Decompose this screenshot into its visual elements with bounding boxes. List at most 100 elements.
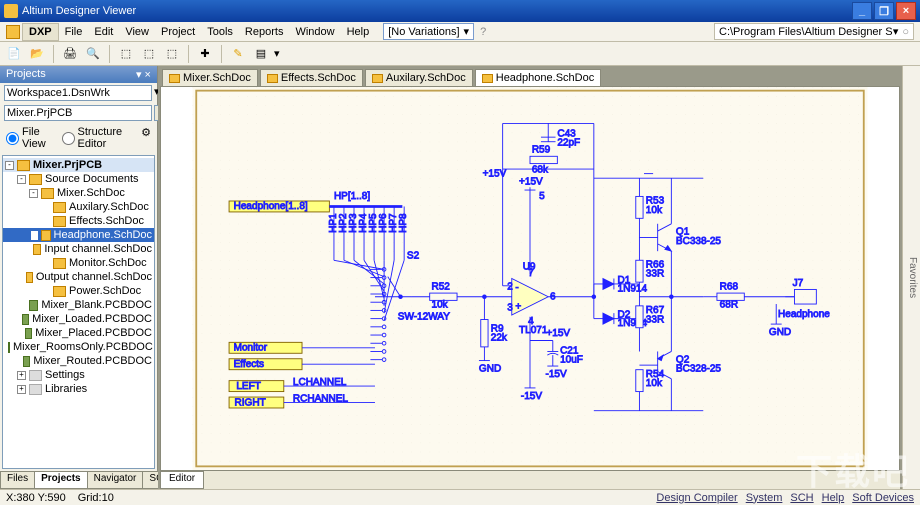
crossprobe-button[interactable]: ✚ [195, 44, 215, 64]
structure-editor-radio[interactable]: Structure Editor [62, 126, 132, 150]
file-view-radio[interactable]: File View [6, 126, 52, 150]
zoom-select-button[interactable]: ⬚ [162, 44, 182, 64]
tree-node[interactable]: Effects.SchDoc [3, 214, 154, 228]
panel-tab-projects[interactable]: Projects [34, 472, 87, 489]
tree-node[interactable]: Input channel.SchDoc [3, 242, 154, 256]
tree-node[interactable]: Mixer_Routed.PCBDOC [3, 354, 154, 368]
document-tabs: Mixer.SchDocEffects.SchDocAuxilary.SchDo… [158, 66, 902, 86]
print-button[interactable]: 🖨 [60, 44, 80, 64]
status-item[interactable]: Design Compiler [656, 492, 737, 504]
doc-tab[interactable]: Effects.SchDoc [260, 69, 363, 86]
editor-tab[interactable]: Editor [160, 471, 204, 489]
doc-tab[interactable]: Auxilary.SchDoc [365, 69, 473, 86]
projects-header-label: Projects [6, 68, 46, 81]
tree-node[interactable]: Monitor.SchDoc [3, 256, 154, 270]
menu-help[interactable]: Help [341, 24, 376, 40]
svg-text:1N914: 1N914 [618, 283, 648, 294]
svg-text:GND: GND [769, 327, 791, 338]
new-button[interactable]: 📄 [4, 44, 24, 64]
tree-node[interactable]: Auxilary.SchDoc [3, 200, 154, 214]
svg-text:TL071: TL071 [519, 325, 548, 336]
svg-text:-: - [515, 282, 518, 293]
panel-tab-files[interactable]: Files [0, 472, 35, 489]
open-button[interactable]: 📂 [27, 44, 47, 64]
svg-text:+15V: +15V [546, 328, 570, 339]
panel-menu-icon[interactable]: ▾ × [136, 68, 151, 81]
app-menu-icon[interactable] [6, 25, 20, 39]
panel-bottom-tabs: FilesProjectsNavigatorSCH FilterSH [0, 471, 157, 489]
svg-text:68k: 68k [532, 165, 549, 176]
tree-node[interactable]: Mixer_Loaded.PCBDOC [3, 312, 154, 326]
menu-dxp[interactable]: DXP [22, 23, 59, 41]
help-icon[interactable]: ? [480, 26, 486, 38]
tree-node[interactable]: -Source Documents [3, 172, 154, 186]
variations-dropdown[interactable]: [No Variations] ▾ [383, 23, 474, 40]
menu-view[interactable]: View [119, 24, 155, 40]
close-button[interactable]: × [896, 2, 916, 20]
tree-node[interactable]: Power.SchDoc [3, 284, 154, 298]
svg-text:10k: 10k [646, 205, 663, 216]
tree-node[interactable]: Mixer_RoomsOnly.PCBDOC [3, 340, 154, 354]
minimize-button[interactable]: _ [852, 2, 872, 20]
project-tree[interactable]: -Mixer.PrjPCB-Source Documents-Mixer.Sch… [2, 155, 155, 469]
menu-tools[interactable]: Tools [201, 24, 239, 40]
svg-text:BC328-25: BC328-25 [676, 364, 722, 375]
path-box[interactable]: C:\Program Files\Altium Designer Sum... … [714, 23, 914, 40]
app-icon [4, 4, 18, 18]
svg-text:LEFT: LEFT [236, 381, 261, 392]
svg-text:10k: 10k [432, 300, 449, 311]
toolbar: 📄 📂 🖨 🔍 ⬚ ⬚ ⬚ ✚ ✎ ▤ ▾ [0, 42, 920, 66]
chevron-down-icon: ▾ [274, 47, 280, 60]
svg-text:5: 5 [539, 191, 545, 202]
svg-text:Monitor: Monitor [234, 343, 268, 354]
favorites-strip[interactable]: Favorites [902, 66, 920, 489]
zoom-area-button[interactable]: ⬚ [139, 44, 159, 64]
preview-button[interactable]: 🔍 [83, 44, 103, 64]
search-icon[interactable]: ○ [902, 26, 909, 38]
tree-node[interactable]: Mixer_Blank.PCBDOC [3, 298, 154, 312]
tree-node[interactable]: Mixer_Placed.PCBDOC [3, 326, 154, 340]
window-title: Altium Designer Viewer [22, 5, 136, 17]
maximize-button[interactable]: ❐ [874, 2, 894, 20]
menu-window[interactable]: Window [289, 24, 340, 40]
menu-reports[interactable]: Reports [239, 24, 290, 40]
gear-icon[interactable]: ⚙ [141, 126, 151, 150]
project-input[interactable] [4, 105, 152, 121]
filter-button[interactable]: ▤ [251, 44, 271, 64]
tree-node[interactable]: +Settings [3, 368, 154, 382]
svg-text:-15V: -15V [546, 369, 567, 380]
svg-text:2: 2 [507, 281, 513, 292]
svg-text:68R: 68R [720, 300, 738, 311]
svg-text:HP[1..8]: HP[1..8] [334, 191, 370, 202]
tree-node[interactable]: -Mixer.PrjPCB [3, 158, 154, 172]
svg-text:33R: 33R [646, 314, 664, 325]
svg-text:22k: 22k [491, 333, 508, 344]
svg-text:33R: 33R [646, 269, 664, 280]
status-bar: X:380 Y:590 Grid:10 Design CompilerSyste… [0, 489, 920, 505]
menu-file[interactable]: File [59, 24, 89, 40]
svg-text:10uF: 10uF [560, 354, 583, 365]
svg-text:HP8: HP8 [398, 213, 409, 233]
svg-text:S2: S2 [407, 250, 420, 261]
path-text: C:\Program Files\Altium Designer Sum... [719, 26, 893, 38]
svg-text:10k: 10k [646, 378, 663, 389]
doc-tab[interactable]: Headphone.SchDoc [475, 69, 601, 86]
status-item[interactable]: System [746, 492, 783, 504]
tree-node[interactable]: +Libraries [3, 382, 154, 396]
zoom-fit-button[interactable]: ⬚ [116, 44, 136, 64]
tree-node[interactable]: -Mixer.SchDoc [3, 186, 154, 200]
tree-node[interactable]: Headphone.SchDoc [3, 228, 154, 242]
svg-text:+15V: +15V [519, 177, 543, 188]
svg-text:R59: R59 [532, 145, 551, 156]
workspace-input[interactable] [4, 85, 152, 101]
menu-edit[interactable]: Edit [88, 24, 119, 40]
highlight-button[interactable]: ✎ [228, 44, 248, 64]
menu-project[interactable]: Project [155, 24, 201, 40]
doc-tab[interactable]: Mixer.SchDoc [162, 69, 258, 86]
svg-text:+: + [515, 302, 521, 313]
projects-panel: Projects ▾ × ▾ Workspace Project File Vi… [0, 66, 158, 489]
projects-header: Projects ▾ × [0, 66, 157, 83]
schematic-canvas[interactable]: Headphone[1..8] HP[1..8] HP1HP2HP3HP4HP5… [160, 86, 900, 471]
panel-tab-navigator[interactable]: Navigator [87, 472, 144, 489]
tree-node[interactable]: Output channel.SchDoc [3, 270, 154, 284]
